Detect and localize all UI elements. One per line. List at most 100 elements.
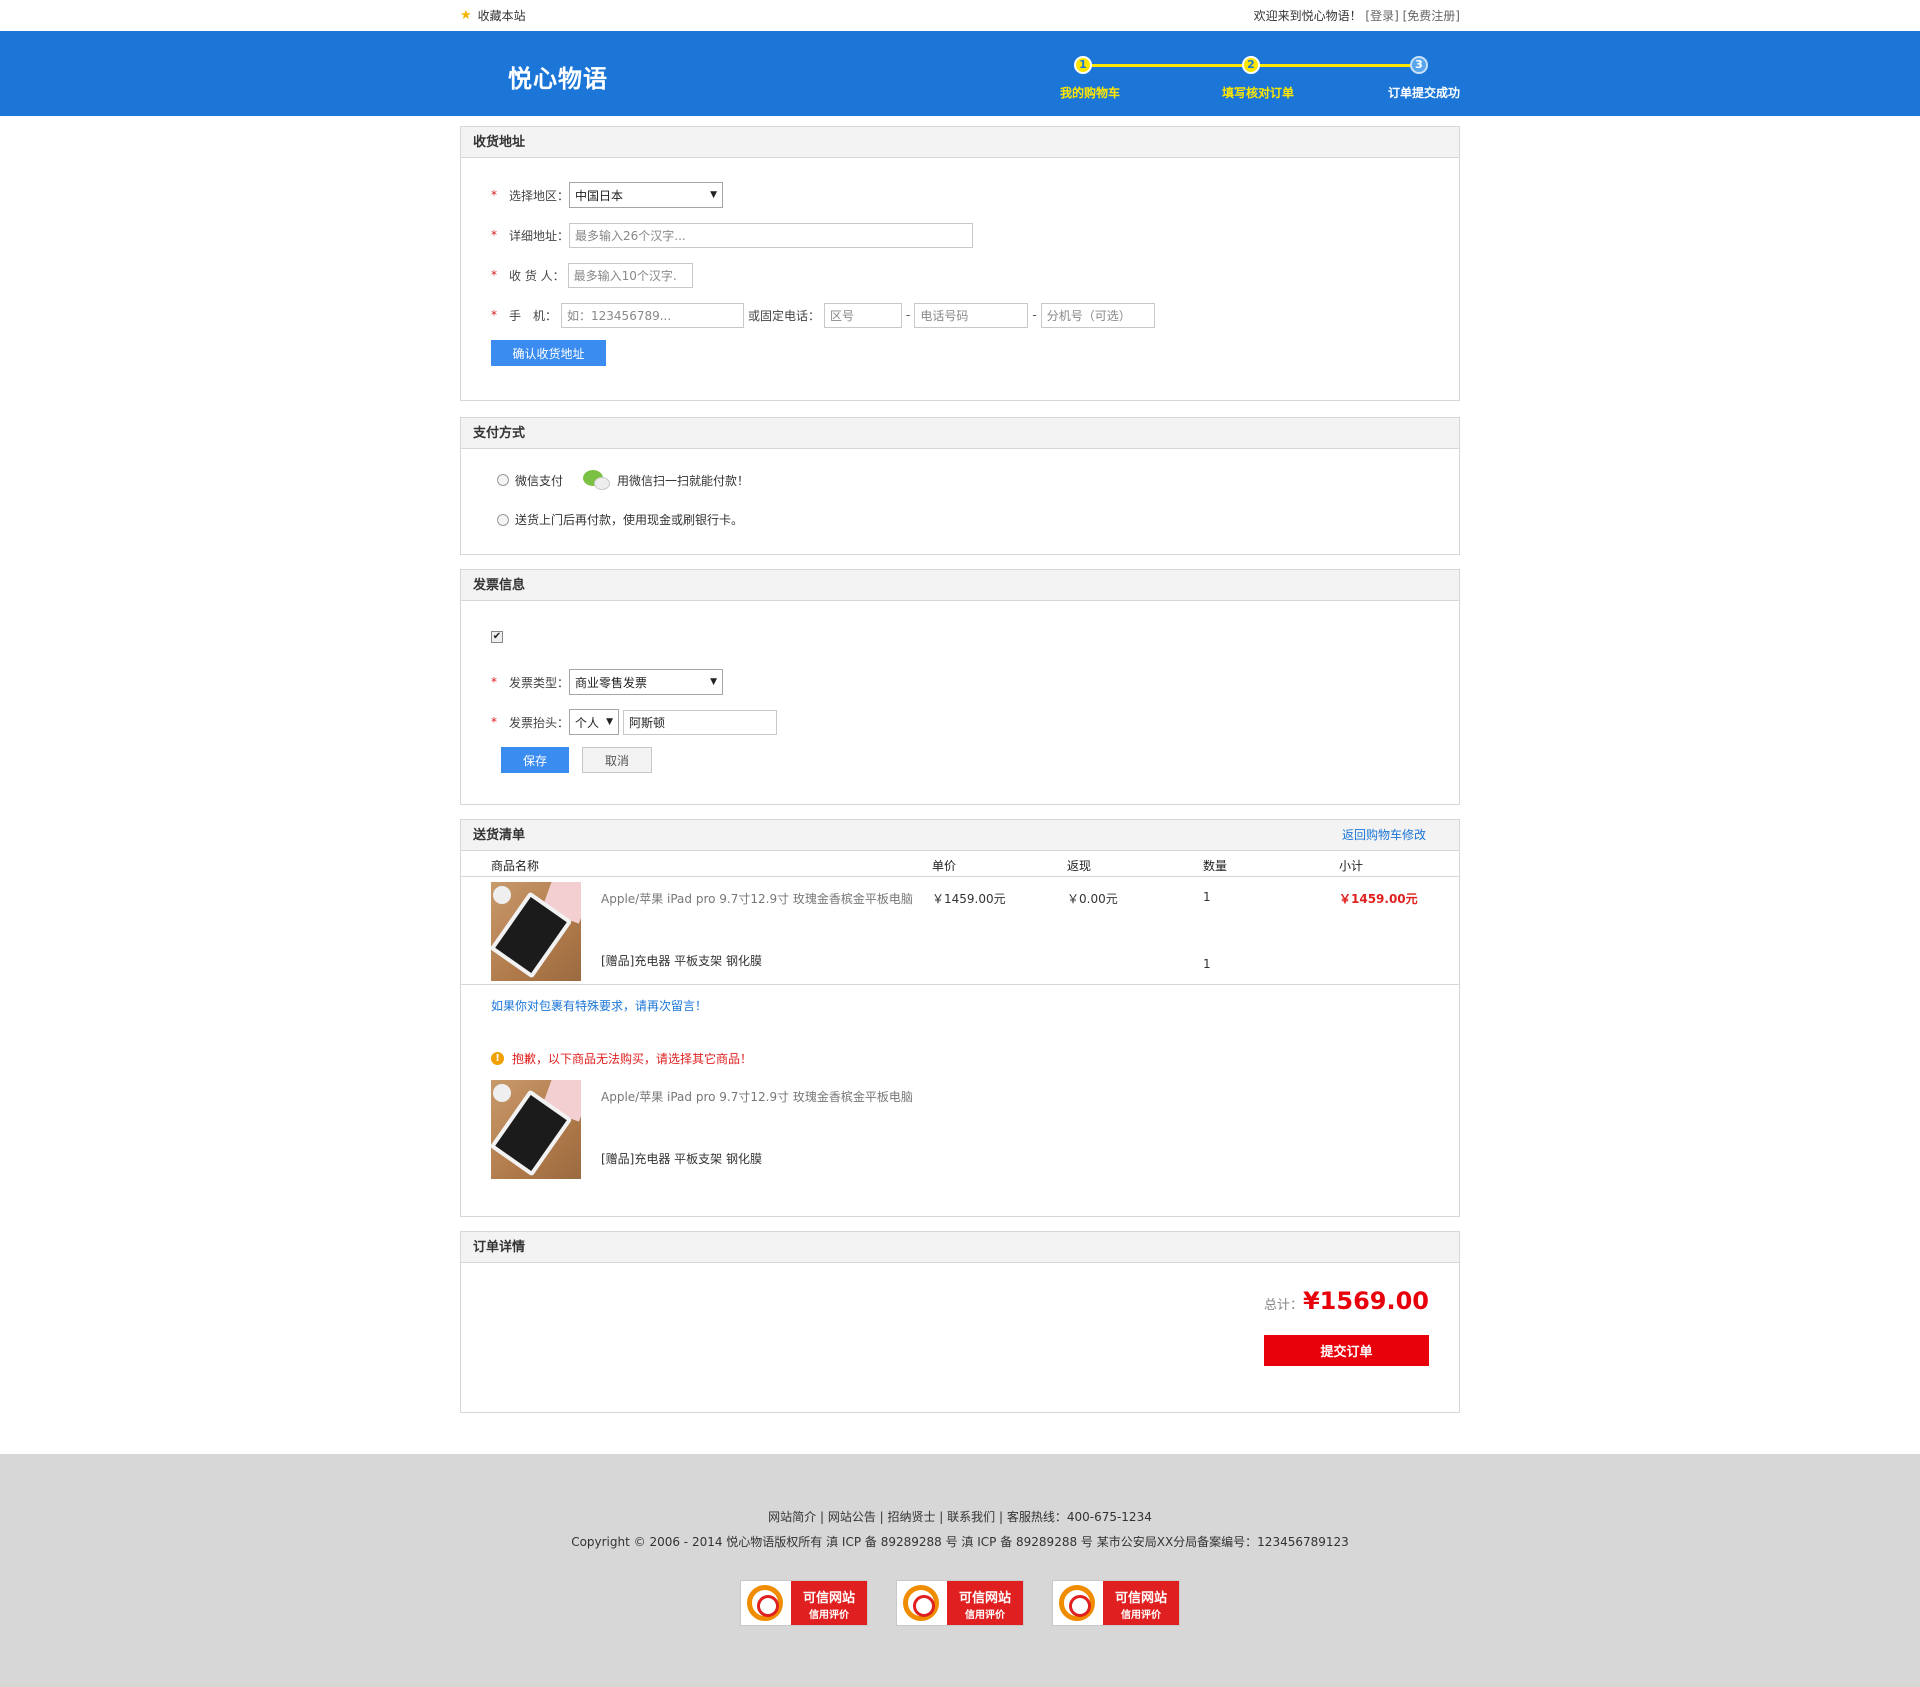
- order-panel: 订单详情 总计： ¥1569.00 提交订单: [460, 1231, 1460, 1413]
- badge-line1: 可信网站: [958, 1591, 1011, 1606]
- main-content: 收货地址 * 选择地区： 中国日本 ▼ * 详细地址： 最多输入26个汉字...…: [460, 126, 1460, 1413]
- col-qty-header: 数量: [1203, 859, 1228, 873]
- col-cashback-header: 返现: [1067, 859, 1092, 873]
- product-image[interactable]: [491, 1080, 581, 1179]
- trust-badges: 可信网站信用评价 可信网站信用评价 可信网站信用评价: [0, 1580, 1920, 1626]
- area-code-input[interactable]: 区号: [824, 302, 903, 328]
- top-bar: ★ 收藏本站 欢迎来到悦心物语！ [登录] [免费注册]: [0, 0, 1920, 31]
- delivery-panel-title: 送货清单 返回购物车修改: [461, 820, 1459, 851]
- cod-radio[interactable]: [497, 513, 509, 526]
- col-name-header: 商品名称: [491, 859, 540, 873]
- caret-down-icon: ▼: [710, 677, 718, 687]
- product-info: Apple/苹果 iPad pro 9.7寸12.9寸 玫瑰金香槟金平板电脑 […: [601, 1080, 956, 1179]
- col-subtotal-header: 小计: [1339, 859, 1364, 873]
- caret-down-icon: ▼: [606, 717, 614, 727]
- required-mark: *: [491, 228, 497, 242]
- wechat-label: 微信支付: [515, 473, 564, 488]
- site-header: 悦心物语 1 2 3 我的购物车 填写核对订单 订单提交成功: [0, 31, 1920, 116]
- badge-line1: 可信网站: [802, 1591, 855, 1606]
- cod-label: 送货上门后再付款，使用现金或刷银行卡。: [515, 513, 744, 527]
- badge-logo-icon: [903, 1585, 939, 1621]
- region-value: 中国日本: [575, 188, 624, 203]
- wechat-hint: 用微信扫一扫就能付款！: [617, 473, 750, 488]
- region-select[interactable]: 中国日本 ▼: [569, 182, 724, 208]
- delivery-title: 送货清单: [473, 828, 526, 843]
- delivery-panel: 送货清单 返回购物车修改 商品名称 单价 返现 数量 小计 Apple/苹果 i…: [460, 819, 1460, 1217]
- phone-number-input[interactable]: 电话号码: [914, 302, 1029, 328]
- wechat-option[interactable]: 微信支付 用微信扫一扫就能付款！: [461, 469, 1459, 491]
- confirm-address-button[interactable]: 确认收货地址: [491, 340, 606, 366]
- invoice-header-type-select[interactable]: 个人 ▼: [569, 709, 620, 735]
- total-label: 总计：: [1263, 1298, 1303, 1313]
- site-footer: 网站简介 | 网站公告 | 招纳贤士 | 联系我们 | 客服热线：400-675…: [0, 1454, 1920, 1687]
- order-total: 总计： ¥1569.00: [1264, 1287, 1429, 1315]
- step-line-1: [1082, 64, 1250, 67]
- unavailable-item: Apple/苹果 iPad pro 9.7寸12.9寸 玫瑰金香槟金平板电脑 […: [461, 1075, 1459, 1179]
- site-logo[interactable]: 悦心物语: [508, 59, 608, 94]
- badge-line2: 信用评价: [1121, 1610, 1161, 1621]
- badge-line2: 信用评价: [809, 1610, 849, 1621]
- detail-address-input[interactable]: 最多输入26个汉字...: [569, 222, 974, 248]
- favorite-label: 收藏本站: [477, 9, 526, 23]
- favorite-link[interactable]: ★ 收藏本站: [460, 7, 526, 24]
- invoice-cancel-button[interactable]: 取消: [582, 747, 652, 773]
- badge-line1: 可信网站: [1114, 1591, 1167, 1606]
- dash-separator: -: [906, 308, 911, 322]
- invoice-header-input[interactable]: 阿斯顿: [623, 709, 778, 735]
- invoice-header-type-value: 个人: [575, 715, 600, 730]
- welcome-text: 欢迎来到悦心物语！: [1253, 9, 1362, 23]
- cod-option[interactable]: 送货上门后再付款，使用现金或刷银行卡。: [461, 511, 1459, 528]
- gift-text: [赠品]充电器 平板支架 钢化膜: [601, 954, 762, 968]
- phone-row: * 手 机： 如：123456789... 或固定电话： 区号 - 电话号码 -…: [461, 302, 1459, 328]
- total-value: ¥1569.00: [1302, 1287, 1429, 1315]
- region-row: * 选择地区： 中国日本 ▼: [461, 182, 1459, 208]
- unavailable-warning: ! 抱歉，以下商品无法购买，请选择其它商品！: [461, 1050, 1459, 1067]
- receiver-row: * 收 货 人： 最多输入10个汉字.: [461, 262, 1459, 288]
- product-info: Apple/苹果 iPad pro 9.7寸12.9寸 玫瑰金香槟金平板电脑 […: [601, 882, 956, 984]
- trust-badge[interactable]: 可信网站 信用评价: [1052, 1580, 1180, 1626]
- receiver-label: 收 货 人：: [509, 268, 565, 283]
- detail-row: * 详细地址： 最多输入26个汉字...: [461, 222, 1459, 248]
- invoice-checkbox[interactable]: ✔: [491, 631, 503, 643]
- register-link[interactable]: [免费注册]: [1403, 9, 1460, 23]
- mobile-label: 手 机：: [509, 308, 558, 323]
- user-links: 欢迎来到悦心物语！ [登录] [免费注册]: [1254, 7, 1460, 24]
- trust-badge[interactable]: 可信网站 信用评价: [740, 1580, 868, 1626]
- wechat-icon: [583, 469, 611, 491]
- wechat-radio[interactable]: [497, 474, 509, 486]
- trust-badge[interactable]: 可信网站 信用评价: [896, 1580, 1024, 1626]
- invoice-type-row: * 发票类型： 商业零售发票 ▼: [461, 669, 1459, 695]
- special-request-link[interactable]: 如果你对包裹有特殊要求，请再次留言！: [461, 997, 1459, 1014]
- invoice-type-label: 发票类型：: [509, 675, 570, 690]
- invoice-type-select[interactable]: 商业零售发票 ▼: [569, 669, 724, 695]
- gift-qty: 1: [1203, 957, 1211, 971]
- product-title[interactable]: Apple/苹果 iPad pro 9.7寸12.9寸 玫瑰金香槟金平板电脑: [601, 1088, 956, 1105]
- product-image[interactable]: [491, 882, 581, 981]
- product-qty: 1: [1203, 890, 1211, 904]
- order-panel-title: 订单详情: [461, 1232, 1459, 1263]
- required-mark: *: [491, 188, 497, 202]
- required-mark: *: [491, 715, 497, 729]
- invoice-panel-title: 发票信息: [461, 570, 1459, 601]
- step-2-label: 填写核对订单: [1222, 86, 1295, 100]
- address-panel-title: 收货地址: [461, 127, 1459, 158]
- table-row: Apple/苹果 iPad pro 9.7寸12.9寸 玫瑰金香槟金平板电脑 […: [461, 877, 1459, 985]
- table-header: 商品名称 单价 返现 数量 小计: [461, 851, 1459, 877]
- product-title[interactable]: Apple/苹果 iPad pro 9.7寸12.9寸 玫瑰金香槟金平板电脑: [601, 890, 956, 907]
- invoice-save-button[interactable]: 保存: [501, 747, 569, 773]
- dash-separator: -: [1032, 308, 1037, 322]
- back-to-cart-link[interactable]: 返回购物车修改: [1342, 820, 1426, 851]
- checkout-steps: 1 2 3 我的购物车 填写核对订单 订单提交成功: [1060, 31, 1460, 116]
- star-icon: ★: [460, 8, 472, 23]
- invoice-type-value: 商业零售发票: [575, 675, 648, 690]
- address-panel: 收货地址 * 选择地区： 中国日本 ▼ * 详细地址： 最多输入26个汉字...…: [460, 126, 1460, 401]
- extension-input[interactable]: 分机号（可选）: [1040, 302, 1155, 328]
- login-link[interactable]: [登录]: [1365, 9, 1398, 23]
- submit-order-button[interactable]: 提交订单: [1264, 1335, 1429, 1366]
- receiver-input[interactable]: 最多输入10个汉字.: [567, 262, 693, 288]
- mobile-input[interactable]: 如：123456789...: [561, 302, 745, 328]
- badge-line2: 信用评价: [965, 1610, 1005, 1621]
- invoice-panel: 发票信息 ✔ * 发票类型： 商业零售发票 ▼ * 发票抬头： 个人 ▼ 阿斯顿…: [460, 569, 1460, 805]
- footer-links[interactable]: 网站简介 | 网站公告 | 招纳贤士 | 联系我们 | 客服热线：400-675…: [0, 1454, 1920, 1525]
- invoice-header-label: 发票抬头：: [509, 715, 570, 730]
